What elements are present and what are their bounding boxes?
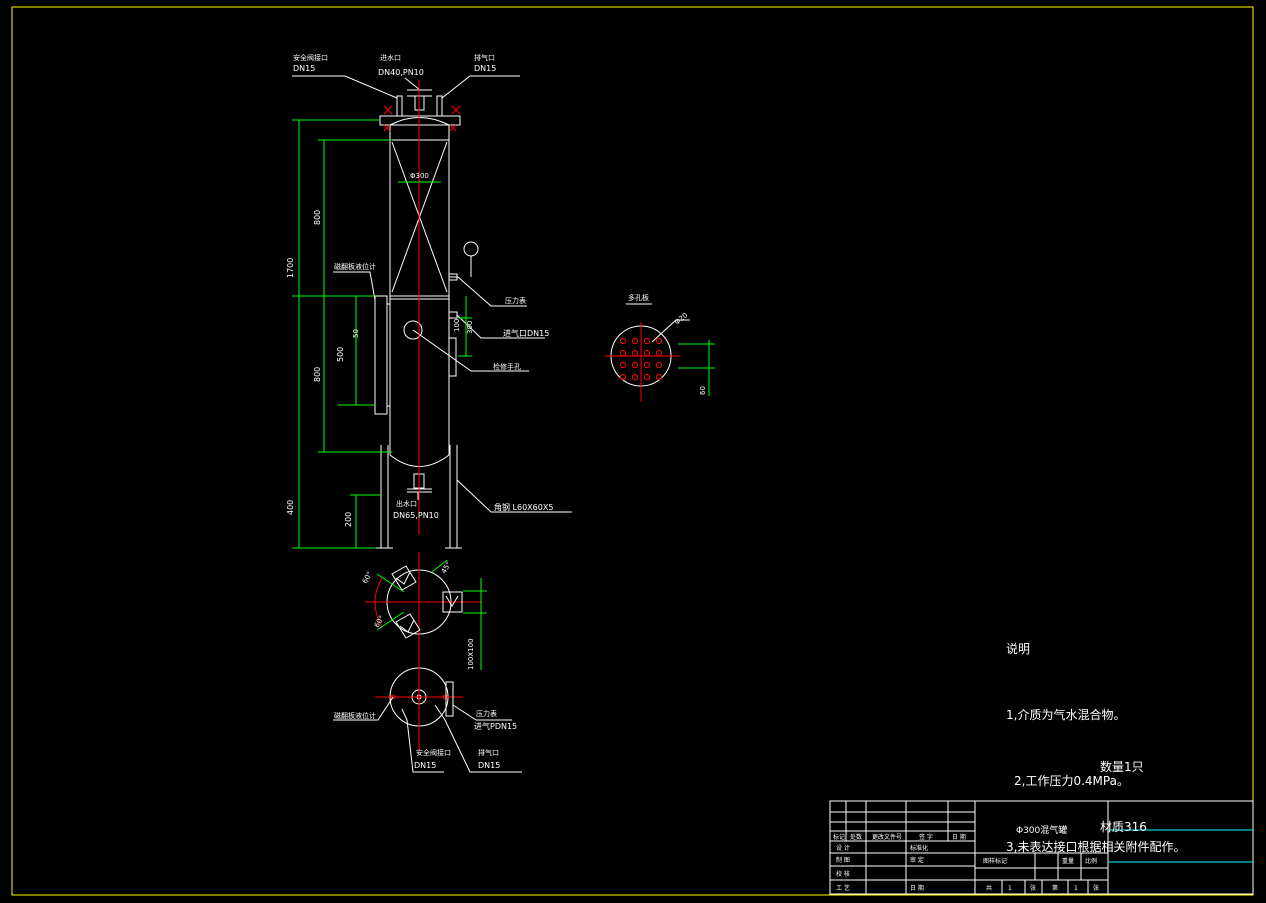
dim-total: 1700 [286,258,295,278]
sheet-6: 张 [1093,884,1099,892]
vessel-elevation [292,75,572,549]
sheet-2: 1 [1008,885,1012,892]
rev-header-1: 标记 [833,833,845,841]
sheet-4: 第 [1052,884,1058,892]
dim-side-inlet: 100 [453,319,461,332]
plate-hole [655,361,663,369]
bottom-pressure-gauge: 压力表 [476,709,497,718]
row-mid-4: 日 期 [910,884,924,892]
plate-hole [631,361,639,369]
plate-hole [655,349,663,357]
plate-hole [619,337,627,345]
bottom-safety-valve: 安全阀接口 [416,748,451,757]
plate-hole [643,361,651,369]
note-line-2: 2,工作压力0.4MPa。 [1014,774,1129,788]
plan-view: 60° 60° 45° 100X100 [361,552,487,670]
vent-label: 排气口 [474,53,495,62]
plate-hole [643,373,651,381]
bottom-level-gauge: 磁翻板液位计 [334,711,376,720]
col-right-1: 图样标记 [983,857,1007,865]
plate-title: 多孔板 [628,293,649,302]
spec-quantity: 数量1只 [1100,760,1144,774]
steam-inlet-label: 进气口DN15 [503,328,549,338]
outlet-size: DN65,PN10 [393,511,439,520]
sheet-3: 张 [1030,884,1036,892]
dim-legs: 400 [286,500,295,515]
row-left-2: 制 图 [836,856,850,864]
plate-detail: 多孔板 Φ20 60 [605,293,715,402]
plate-hole [655,337,663,345]
row-left-1: 设 计 [836,844,850,852]
row-mid-2: 审 定 [910,856,924,864]
plate-hole [631,349,639,357]
notes-header: 说明 [1006,642,1031,656]
dim-lower: 800 [313,367,322,382]
bottom-steam: 进气PDN15 [474,721,517,731]
elevation-labels: 安全阀接口 DN15 进水口 DN40,PN10 排气口 DN15 Φ300 1… [286,53,553,527]
spec-material: 材质316 [1100,820,1147,834]
plate-hole [619,373,627,381]
plan-angle-a: 60° [361,570,374,585]
row-left-3: 校 核 [836,870,850,878]
plate-hole [631,337,639,345]
rev-header-4: 签 字 [919,833,933,841]
row-mid-1: 标准化 [910,844,928,852]
sheet-5: 1 [1074,885,1078,892]
row-left-4: 工 艺 [836,884,850,892]
plate-hole [655,373,663,381]
note-line-1: 1,介质为气水混合物。 [1006,708,1126,722]
bottom-vent-size: DN15 [478,761,500,770]
rev-header-2: 处数 [850,833,862,841]
plan-angle-b: 60° [373,614,386,629]
vent-size: DN15 [474,64,496,73]
plate-hole [619,349,627,357]
plan-support: 100X100 [467,638,475,670]
rev-header-5: 日 期 [952,833,966,841]
bottom-vent: 排气口 [478,748,499,757]
dim-upper: 800 [313,210,322,225]
dim-gauge-pos: 300 [466,321,474,334]
note-line-3: 3,未表达接口根据相关附件配作。 [1006,840,1186,854]
bottom-view: 磁翻板液位计 压力表 进气PDN15 安全阀接口 DN15 排气口 DN15 [333,656,522,773]
safety-valve-size: DN15 [293,64,315,73]
spec-block: 数量1只 材质316 [1100,717,1147,857]
bottom-safety-valve-size: DN15 [414,761,436,770]
plate-hole [643,349,651,357]
plate-hole [643,337,651,345]
pressure-gauge-label: 压力表 [505,296,526,305]
plate-pitch: 60 [699,386,707,395]
plan-angle-c: 45° [440,560,453,575]
water-inlet-size: DN40,PN10 [378,68,424,77]
plate-hole [619,361,627,369]
plate-hole-size: Φ20 [673,311,689,326]
level-gauge-label: 磁翻板液位计 [334,262,376,271]
safety-valve-label: 安全阀接口 [293,53,328,62]
angle-steel-label: 角钢 L60X60X5 [494,502,553,512]
manhole-label: 检修手孔 [493,362,521,371]
dim-leg-inner: 200 [344,512,353,527]
sheet-1: 共 [986,884,992,892]
dim-level2: 50 [352,329,360,338]
diameter-label: Φ300 [410,172,429,180]
rev-header-3: 更改文件号 [872,833,902,841]
dim-level1: 500 [336,347,345,362]
water-inlet-label: 进水口 [380,53,401,62]
dimension-lines [292,119,472,549]
outlet-label: 出水口 [396,499,417,508]
plate-hole [631,373,639,381]
notes-block: 说明 1,介质为气水混合物。 2,工作压力0.4MPa。 3,未表达接口根据相关… [1006,594,1185,880]
